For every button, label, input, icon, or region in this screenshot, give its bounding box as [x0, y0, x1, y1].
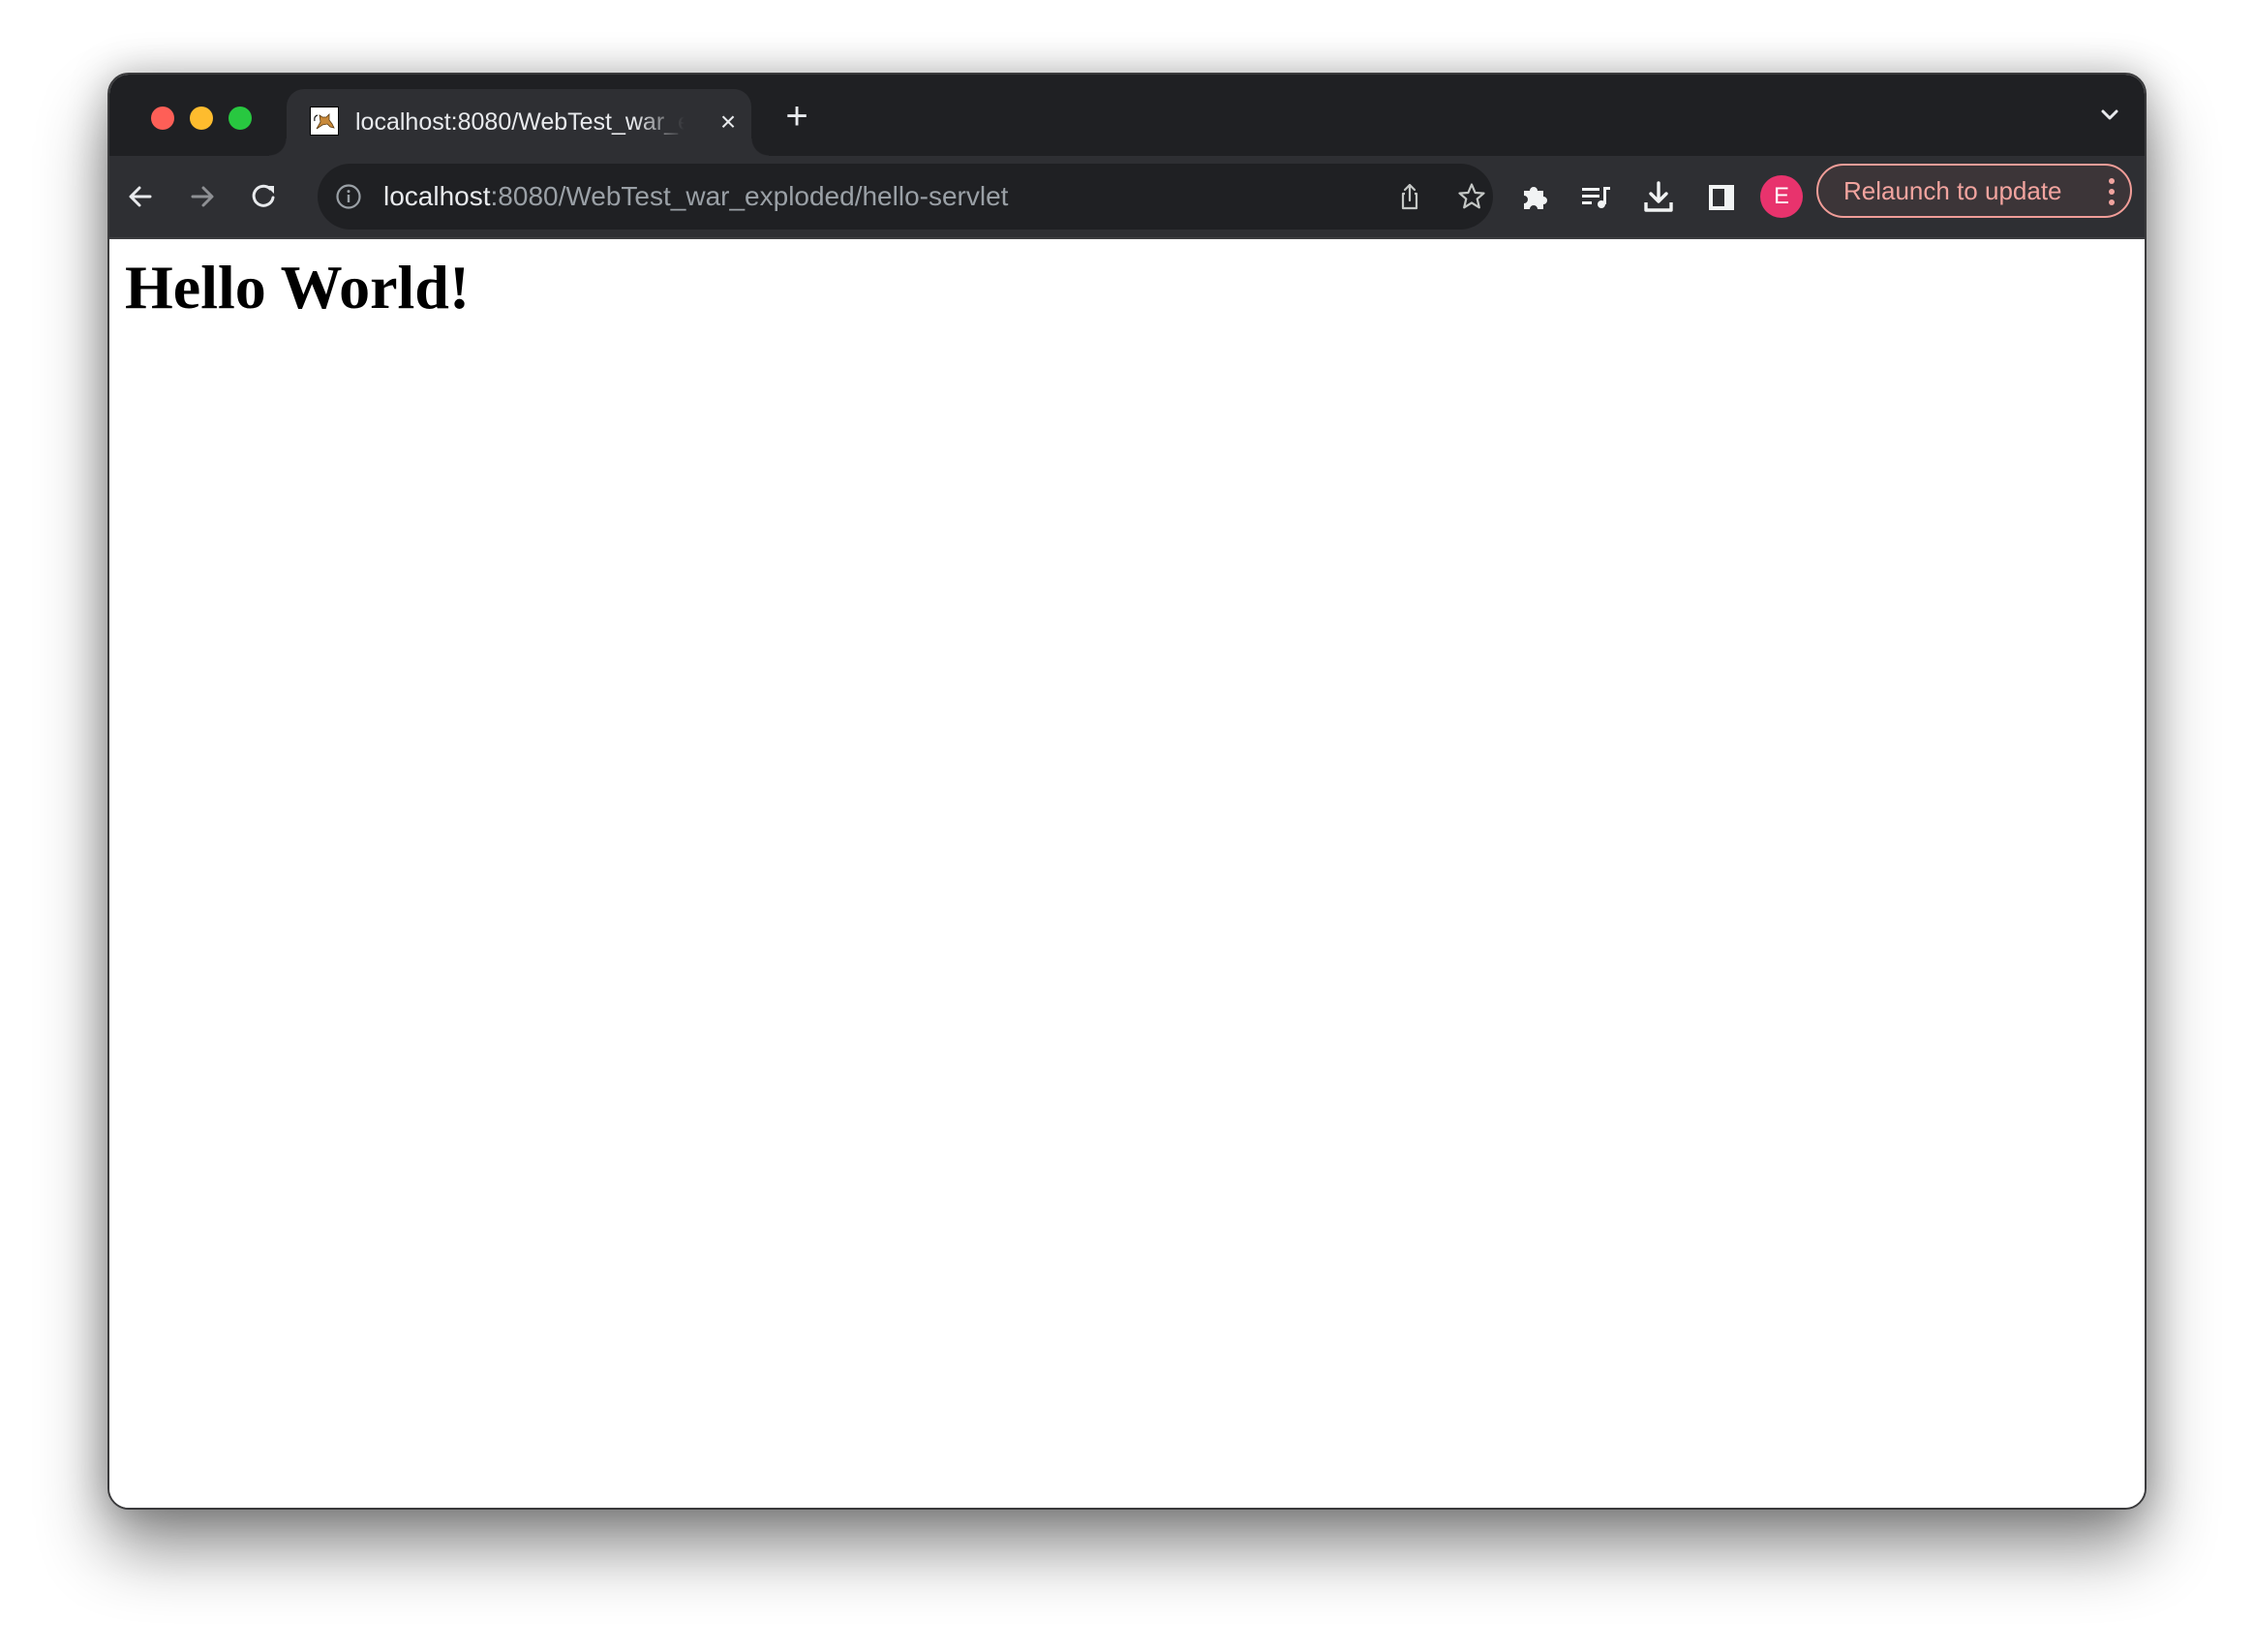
page-content: Hello World! [109, 239, 2145, 1508]
url-host: localhost [383, 181, 491, 211]
close-window-button[interactable] [151, 107, 174, 130]
reload-icon [252, 184, 275, 207]
reload-button[interactable] [245, 177, 284, 216]
minimize-window-button[interactable] [190, 107, 213, 130]
share-icon[interactable] [1394, 181, 1425, 212]
tab-search-chevron-down-icon[interactable] [2094, 100, 2125, 131]
relaunch-to-update-button[interactable]: Relaunch to update [1816, 164, 2132, 218]
arrow-right-icon [191, 186, 214, 207]
url-path: :8080/WebTest_war_exploded/hello-servlet [490, 181, 1009, 211]
media-controls-icon[interactable] [1577, 177, 1616, 216]
tomcat-icon [310, 107, 339, 136]
relaunch-label: Relaunch to update [1843, 176, 2062, 205]
forward-button[interactable] [183, 177, 222, 216]
bookmark-star-icon[interactable] [1456, 181, 1487, 212]
back-button[interactable] [121, 177, 160, 216]
tab-active[interactable]: localhost:8080/WebTest_war_exploded/hell… [269, 89, 769, 156]
toolbar: localhost:8080/WebTest_war_exploded/hell… [109, 156, 2145, 239]
download-icon[interactable] [1639, 177, 1678, 216]
side-panel-icon[interactable] [1701, 177, 1740, 216]
page-heading: Hello World! [125, 253, 471, 321]
address-bar[interactable]: localhost:8080/WebTest_war_exploded/hell… [318, 164, 1493, 229]
tab-close-icon[interactable]: × [713, 107, 744, 138]
tab-strip: localhost:8080/WebTest_war_exploded/hell… [109, 75, 2145, 156]
arrow-left-icon [129, 186, 152, 207]
site-info-icon[interactable] [335, 183, 362, 210]
extensions-puzzle-icon[interactable] [1515, 177, 1554, 216]
more-menu-icon[interactable] [2107, 175, 2117, 208]
maximize-window-button[interactable] [228, 107, 252, 130]
browser-window: localhost:8080/WebTest_war_exploded/hell… [107, 73, 2147, 1510]
tab-title: localhost:8080/WebTest_war_exploded/hell… [355, 108, 685, 136]
url-text[interactable]: localhost:8080/WebTest_war_exploded/hell… [383, 179, 1008, 214]
profile-avatar[interactable]: E [1760, 175, 1803, 218]
new-tab-button[interactable]: + [777, 97, 816, 137]
